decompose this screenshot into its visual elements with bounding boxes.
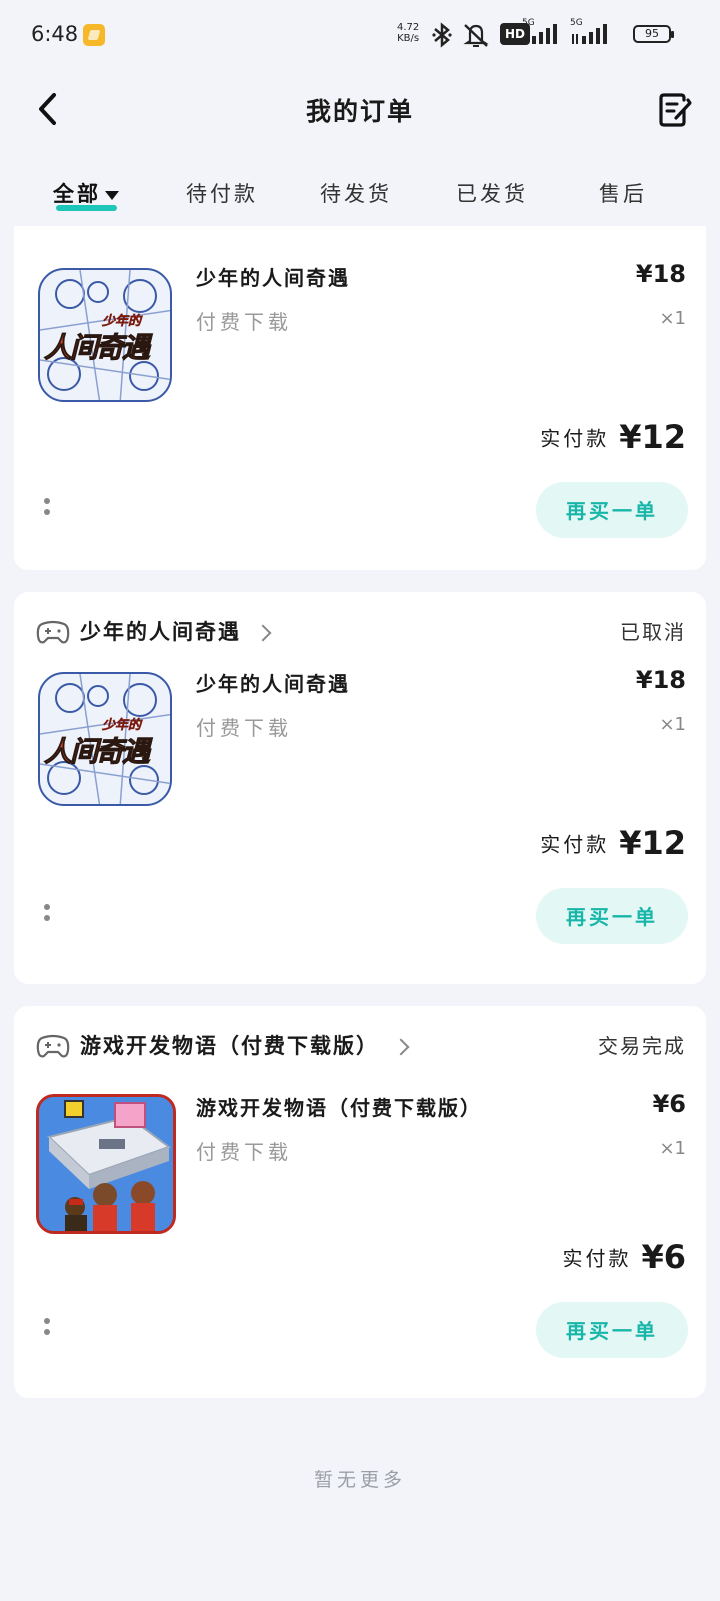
item-name: 少年的人间奇遇 [196, 266, 350, 290]
item-type: 付费下载 [196, 1140, 292, 1164]
paid-label: 实付款 [540, 426, 610, 451]
game-cover-art [39, 1097, 173, 1231]
more-options-icon[interactable] [44, 904, 50, 926]
more-options-icon[interactable] [44, 498, 50, 520]
no-more-text: 暂无更多 [313, 1469, 406, 1491]
network-speed: 4.72 KB/s [397, 22, 419, 44]
thumb-text-big: 人间奇遇 [43, 735, 150, 769]
gamepad-icon [36, 1034, 70, 1058]
paid-label: 实付款 [540, 832, 610, 857]
chevron-right-icon [254, 624, 272, 642]
rebuy-button[interactable]: 再买一单 [536, 482, 688, 538]
notification-app-icon [83, 24, 105, 46]
order-game-name[interactable]: 游戏开发物语（付费下载版） [80, 1030, 410, 1060]
signal-2-icon: 5G [570, 18, 614, 50]
order-card-header[interactable]: 游戏开发物语（付费下载版） 交易完成 [36, 1026, 686, 1066]
paid-amount-row: 实付款 ¥12 [540, 824, 686, 862]
tab-all-label: 全部 [53, 182, 101, 206]
tab-pending-shipment[interactable]: 待发货 [320, 178, 392, 208]
rebuy-button[interactable]: 再买一单 [536, 1302, 688, 1358]
signal-1-label: 5G [522, 18, 535, 28]
order-card: 少年的 人间奇遇 少年的人间奇遇 付费下载 ¥18 ×1 实付款 ¥12 再买一单 [14, 226, 706, 570]
status-time: 6:48 [31, 22, 79, 46]
order-game-name-text: 游戏开发物语（付费下载版） [80, 1034, 379, 1058]
paid-amount-row: 实付款 ¥12 [540, 418, 686, 456]
battery-indicator: 95 [633, 25, 674, 43]
app-header: 我的订单 [0, 70, 720, 150]
order-card: 游戏开发物语（付费下载版） 交易完成 游戏开发物语（付费下载版） 付费下载 ¥6… [14, 1006, 706, 1398]
item-name: 少年的人间奇遇 [196, 672, 350, 696]
item-price: ¥18 [635, 666, 686, 694]
rebuy-button[interactable]: 再买一单 [536, 888, 688, 944]
paid-amount: ¥6 [641, 1238, 686, 1276]
bluetooth-icon [432, 22, 452, 48]
game-thumbnail[interactable]: 少年的 人间奇遇 [38, 672, 172, 806]
game-thumbnail[interactable] [36, 1094, 176, 1234]
order-status: 已取消 [620, 620, 686, 644]
item-name: 游戏开发物语（付费下载版） [196, 1096, 482, 1120]
page-title: 我的订单 [305, 97, 414, 126]
signal-1-icon: 5G [522, 18, 562, 50]
tab-active-indicator [56, 205, 117, 211]
more-options-icon[interactable] [44, 1318, 50, 1340]
game-thumbnail[interactable]: 少年的 人间奇遇 [38, 268, 172, 402]
order-tabs: 全部 待付款 待发货 已发货 售后 [0, 168, 720, 218]
paid-amount: ¥12 [619, 418, 686, 456]
order-game-name[interactable]: 少年的人间奇遇 [80, 616, 272, 646]
thumb-text-big: 人间奇遇 [43, 331, 150, 365]
item-quantity: ×1 [659, 714, 686, 735]
paid-amount: ¥12 [619, 824, 686, 862]
tab-after-sales[interactable]: 售后 [599, 178, 647, 208]
item-quantity: ×1 [659, 1138, 686, 1159]
signal-2-label: 5G [570, 18, 583, 28]
item-price: ¥6 [652, 1090, 686, 1118]
tab-all[interactable]: 全部 [53, 178, 119, 208]
order-card-header[interactable]: 少年的人间奇遇 已取消 [36, 612, 686, 652]
status-bar: 6:48 4.72 KB/s HD 5G 5G 95 [0, 0, 720, 70]
gamepad-icon [36, 620, 70, 644]
order-status: 交易完成 [598, 1034, 686, 1058]
paid-label: 实付款 [562, 1246, 632, 1271]
tab-pending-payment[interactable]: 待付款 [186, 178, 258, 208]
chevron-right-icon [392, 1038, 410, 1056]
network-speed-value: 4.72 [397, 22, 420, 33]
item-quantity: ×1 [659, 308, 686, 329]
item-type: 付费下载 [196, 310, 292, 334]
network-speed-unit: KB/s [397, 33, 420, 44]
mute-bell-icon [463, 24, 489, 47]
dropdown-arrow-icon [105, 190, 119, 200]
order-game-name-text: 少年的人间奇遇 [80, 620, 241, 644]
order-card: 少年的人间奇遇 已取消 少年的 人间奇遇 少年的人间奇遇 付费下载 ¥18 ×1… [14, 592, 706, 984]
paid-amount-row: 实付款 ¥6 [562, 1238, 686, 1276]
tab-shipped[interactable]: 已发货 [456, 178, 528, 208]
item-price: ¥18 [635, 260, 686, 288]
item-type: 付费下载 [196, 716, 292, 740]
order-edit-icon[interactable] [656, 90, 694, 128]
